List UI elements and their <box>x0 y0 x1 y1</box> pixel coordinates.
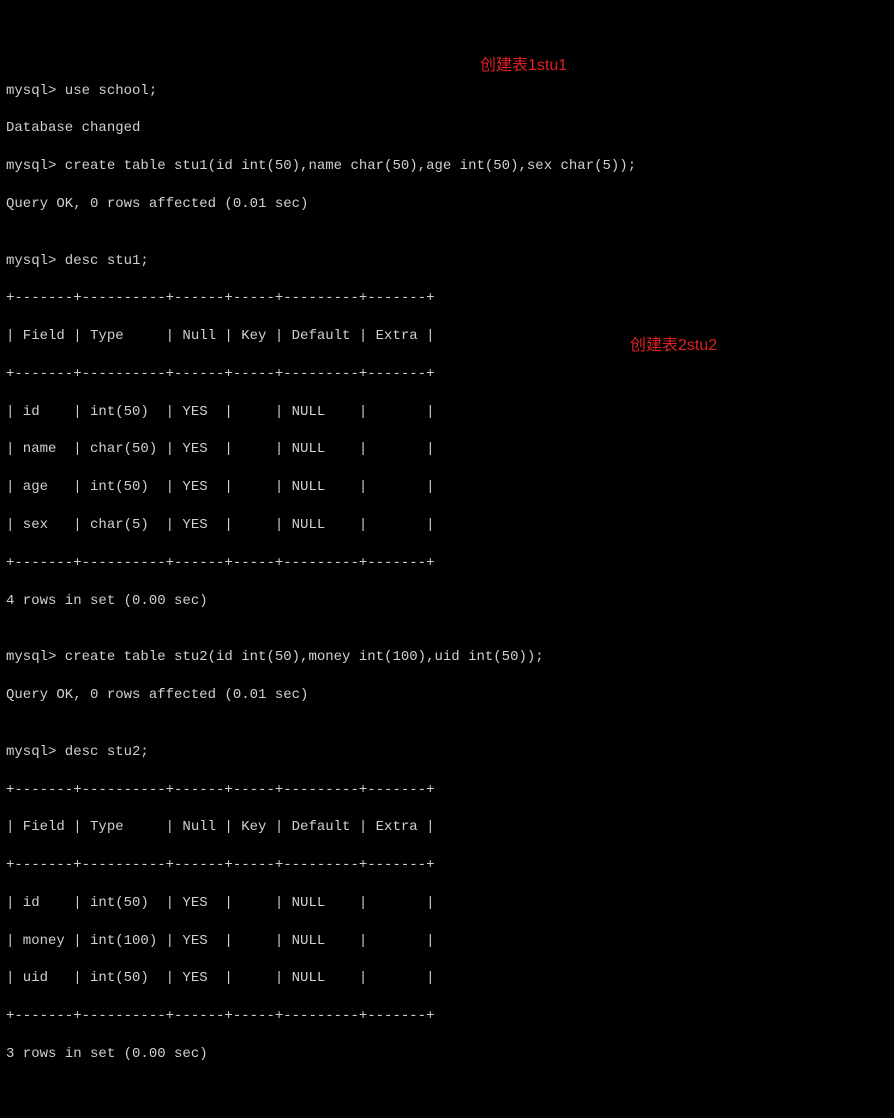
table-row: | age | int(50) | YES | | NULL | | <box>6 478 888 497</box>
table-border: +-------+----------+------+-----+-------… <box>6 289 888 308</box>
table-header: | Field | Type | Null | Key | Default | … <box>6 818 888 837</box>
terminal-line: mysql> desc stu2; <box>6 743 888 762</box>
annotation-create-table-1: 创建表1stu1 <box>480 55 567 77</box>
terminal-line: 4 rows in set (0.00 sec) <box>6 592 888 611</box>
terminal-line: mysql> create table stu2(id int(50),mone… <box>6 648 888 667</box>
terminal-line: Query OK, 0 rows affected (0.01 sec) <box>6 195 888 214</box>
terminal-line: Query OK, 0 rows affected (0.01 sec) <box>6 686 888 705</box>
table-row: | uid | int(50) | YES | | NULL | | <box>6 969 888 988</box>
table-header: | Field | Type | Null | Key | Default | … <box>6 327 888 346</box>
table-row: | name | char(50) | YES | | NULL | | <box>6 440 888 459</box>
terminal-line: mysql> create table stu1(id int(50),name… <box>6 157 888 176</box>
terminal-line: mysql> use school; <box>6 82 888 101</box>
table-border: +-------+----------+------+-----+-------… <box>6 781 888 800</box>
table-border: +-------+----------+------+-----+-------… <box>6 365 888 384</box>
table-border: +-------+----------+------+-----+-------… <box>6 554 888 573</box>
terminal-line: Database changed <box>6 119 888 138</box>
terminal-line: 3 rows in set (0.00 sec) <box>6 1045 888 1064</box>
table-row: | sex | char(5) | YES | | NULL | | <box>6 516 888 535</box>
annotation-create-table-2: 创建表2stu2 <box>630 335 717 357</box>
table-row: | money | int(100) | YES | | NULL | | <box>6 932 888 951</box>
table-row: | id | int(50) | YES | | NULL | | <box>6 894 888 913</box>
table-border: +-------+----------+------+-----+-------… <box>6 856 888 875</box>
terminal-line: mysql> desc stu1; <box>6 252 888 271</box>
table-row: | id | int(50) | YES | | NULL | | <box>6 403 888 422</box>
table-border: +-------+----------+------+-----+-------… <box>6 1007 888 1026</box>
